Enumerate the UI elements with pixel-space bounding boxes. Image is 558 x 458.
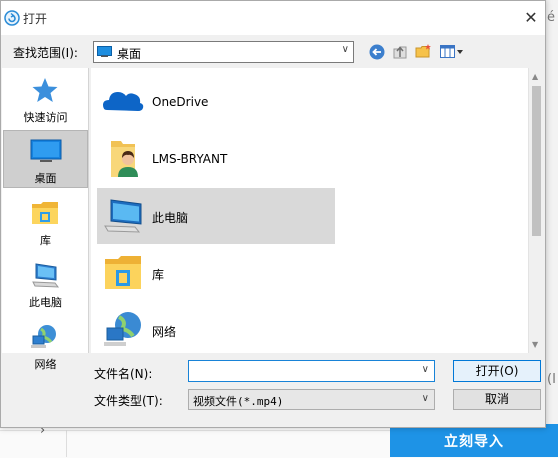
app-logo-icon <box>4 10 20 26</box>
chevron-down-icon: ∨ <box>341 44 349 55</box>
list-item-label: LMS-BRYANT <box>152 152 228 166</box>
cloud-icon <box>103 92 144 111</box>
background-app-edge: é (I <box>544 0 558 457</box>
file-type-value: 视频文件(*.mp4) <box>193 395 284 408</box>
new-folder-button[interactable] <box>415 43 432 59</box>
list-item-label: OneDrive <box>152 95 209 109</box>
computer-icon <box>32 263 60 288</box>
user-folder-icon <box>111 141 138 177</box>
list-item-label: 库 <box>152 268 165 282</box>
file-type-label: 文件类型(T): <box>94 394 163 408</box>
divider <box>66 430 67 457</box>
view-menu-button[interactable] <box>440 44 464 60</box>
scroll-up-icon[interactable]: ▲ <box>532 72 538 81</box>
file-name-label: 文件名(N): <box>94 367 153 381</box>
background-text: é <box>547 10 555 25</box>
back-button[interactable] <box>369 44 385 60</box>
network-icon <box>31 325 56 348</box>
list-item-label: 网络 <box>152 325 177 339</box>
import-now-button[interactable]: 立刻导入 <box>390 424 558 457</box>
library-icon <box>32 202 58 224</box>
list-item-user-folder[interactable]: LMS-BRYANT <box>97 131 335 187</box>
background-text: (I <box>547 372 556 387</box>
scroll-thumb[interactable] <box>532 86 541 236</box>
dialog-titlebar: 打开 ✕ <box>1 1 545 35</box>
place-this-pc[interactable]: 此电脑 <box>3 255 88 313</box>
desktop-icon <box>30 139 62 162</box>
close-button[interactable]: ✕ <box>520 7 542 29</box>
network-icon <box>104 312 141 346</box>
dialog-title: 打开 <box>23 12 48 26</box>
place-label: 库 <box>40 234 51 247</box>
place-desktop[interactable]: 桌面 <box>3 130 88 188</box>
open-file-dialog: 打开 ✕ 查找范围(I): 桌面 ∨ 快速访问 桌面 库 此电脑 网络 OneD… <box>0 0 546 428</box>
place-label: 此电脑 <box>29 296 62 309</box>
look-in-dropdown[interactable]: 桌面 ∨ <box>93 41 354 63</box>
place-label: 快速访问 <box>23 111 68 124</box>
place-library[interactable]: 库 <box>3 193 88 251</box>
chevron-down-icon: ∨ <box>421 393 429 404</box>
list-item-onedrive[interactable]: OneDrive <box>97 74 335 130</box>
cancel-button[interactable]: 取消 <box>453 389 541 410</box>
look-in-value: 桌面 <box>117 47 142 61</box>
file-list: OneDrive LMS-BRYANT 此电脑 库 网络 <box>91 68 528 353</box>
list-item-label: 此电脑 <box>152 211 189 225</box>
places-bar: 快速访问 桌面 库 此电脑 网络 <box>2 68 89 371</box>
desktop-icon <box>97 46 112 57</box>
vertical-scrollbar[interactable]: ▲ ▼ <box>528 68 544 353</box>
list-item-library[interactable]: 库 <box>97 245 335 301</box>
computer-icon <box>104 199 142 233</box>
list-item-network[interactable]: 网络 <box>97 302 335 353</box>
place-label: 桌面 <box>34 172 57 185</box>
list-item-this-pc[interactable]: 此电脑 <box>97 188 335 244</box>
open-button[interactable]: 打开(O) <box>453 360 541 382</box>
place-label: 网络 <box>34 358 57 371</box>
chevron-down-icon[interactable]: ∨ <box>422 364 429 375</box>
place-quick-access[interactable]: 快速访问 <box>3 70 88 128</box>
file-name-input[interactable]: ∨ <box>188 360 435 382</box>
place-network[interactable]: 网络 <box>3 317 88 375</box>
file-type-select[interactable]: 视频文件(*.mp4) ∨ <box>188 389 435 410</box>
up-folder-button[interactable] <box>392 43 408 60</box>
scroll-down-icon[interactable]: ▼ <box>532 340 538 349</box>
library-icon <box>105 256 141 289</box>
star-icon <box>32 78 58 102</box>
look-in-label: 查找范围(I): <box>13 46 78 60</box>
